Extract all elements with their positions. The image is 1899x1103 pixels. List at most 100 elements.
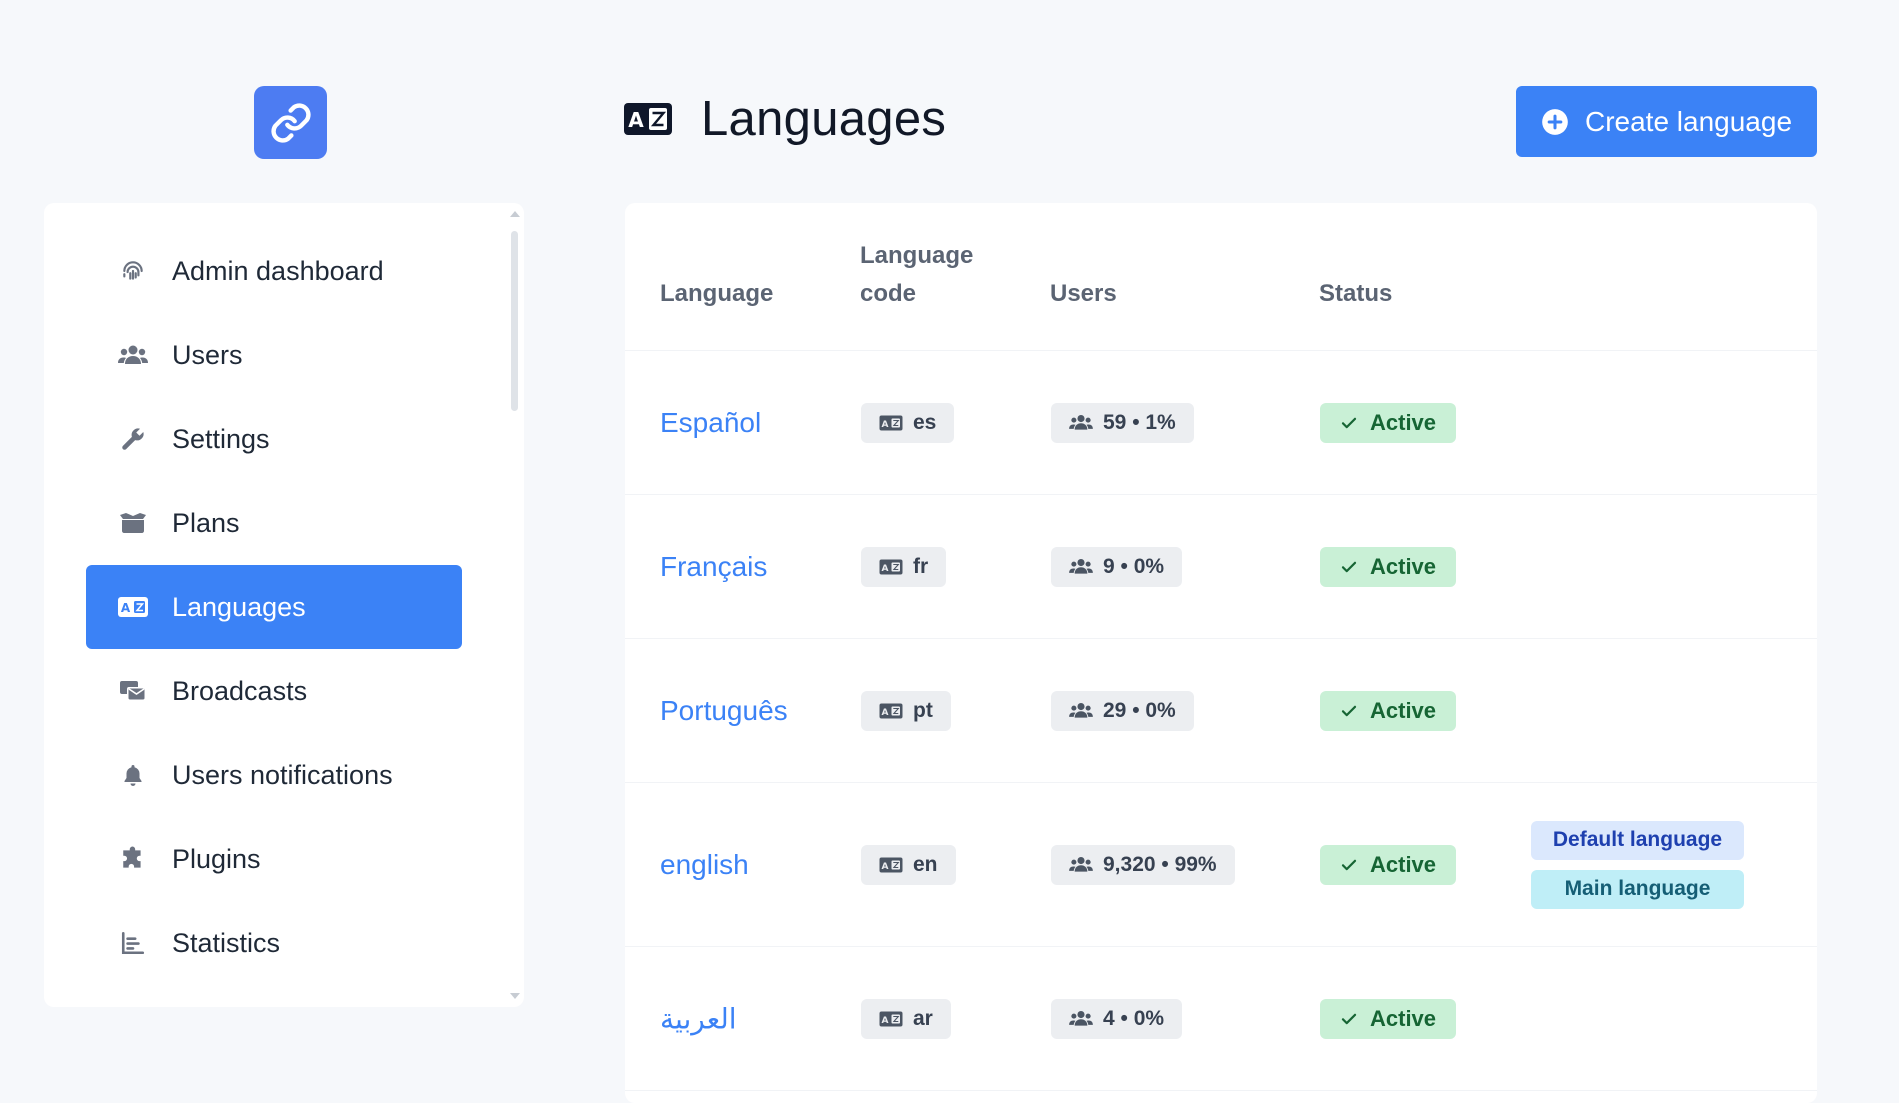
sidebar-item-label: Broadcasts: [172, 675, 308, 706]
language-name-link[interactable]: Português: [660, 695, 788, 726]
language-code: pt: [913, 698, 933, 722]
status-badge: Active: [1320, 998, 1457, 1039]
app-logo[interactable]: [254, 86, 327, 159]
users-count-pill: 4 • 0%: [1051, 998, 1183, 1039]
scroll-up-arrow-icon[interactable]: [510, 211, 520, 217]
users-icon: [1069, 557, 1093, 576]
status-text: Active: [1370, 1005, 1437, 1031]
sidebar-scrollbar[interactable]: [510, 211, 520, 999]
table-row: Français A fr 9 • 0% Active: [625, 495, 1817, 639]
users-count: 9,320 • 99%: [1103, 852, 1217, 876]
language-code: ar: [913, 1006, 933, 1030]
sidebar-nav: Admin dashboard Users Settings Plans A L…: [86, 229, 462, 985]
wrench-icon: [116, 422, 150, 456]
users-count: 9 • 0%: [1103, 554, 1165, 578]
status-text: Active: [1370, 851, 1437, 877]
users-icon: [1069, 413, 1093, 432]
sidebar-item-label: Users: [172, 339, 243, 370]
users-icon: [116, 338, 150, 372]
table-header: Language Language code Users Status: [625, 203, 1817, 351]
users-count-pill: 9,320 • 99%: [1051, 844, 1235, 885]
sidebar-item-plans[interactable]: Plans: [86, 481, 462, 565]
fingerprint-icon: [116, 254, 150, 288]
sidebar: Admin dashboard Users Settings Plans A L…: [44, 203, 524, 1007]
users-count-pill: 9 • 0%: [1051, 546, 1183, 587]
page-title: Languages: [701, 92, 947, 146]
box-icon: [116, 506, 150, 540]
sidebar-item-broadcasts[interactable]: Broadcasts: [86, 649, 462, 733]
status-text: Active: [1370, 697, 1437, 723]
language-icon: A: [116, 590, 150, 624]
table-row: english A en 9,320 • 99% Active Default …: [625, 783, 1817, 947]
check-icon: [1341, 859, 1357, 870]
svg-text:A: A: [882, 862, 889, 872]
scrollbar-thumb[interactable]: [511, 231, 518, 411]
check-icon: [1341, 705, 1357, 716]
status-badge: Active: [1320, 402, 1457, 443]
sidebar-item-settings[interactable]: Settings: [86, 397, 462, 481]
language-code: en: [913, 852, 938, 876]
users-count: 4 • 0%: [1103, 1006, 1165, 1030]
language-name-link[interactable]: english: [660, 849, 749, 880]
language-code: es: [913, 410, 937, 434]
language-badges: Default language Main language: [1531, 820, 1744, 909]
users-count-pill: 59 • 1%: [1051, 402, 1194, 443]
languages-table: Language Language code Users Status Espa…: [625, 203, 1817, 1103]
scroll-down-arrow-icon[interactable]: [510, 993, 520, 999]
sidebar-item-languages[interactable]: A Languages: [86, 565, 462, 649]
status-text: Active: [1370, 409, 1437, 435]
status-badge: Active: [1320, 546, 1457, 587]
language-name-link[interactable]: Español: [660, 407, 761, 438]
bell-icon: [116, 758, 150, 792]
create-language-label: Create language: [1584, 105, 1793, 137]
default-language-badge: Default language: [1531, 820, 1744, 860]
plus-circle-icon: [1542, 108, 1568, 135]
check-icon: [1341, 417, 1357, 428]
column-header-language: Language: [660, 280, 774, 307]
sidebar-item-label: Languages: [172, 591, 306, 622]
check-icon: [1341, 561, 1357, 572]
check-icon: [1341, 1013, 1357, 1024]
language-code-pill: A es: [861, 402, 955, 443]
sidebar-item-users-notifications[interactable]: Users notifications: [86, 733, 462, 817]
language-code-pill: A fr: [861, 546, 947, 587]
language-name-link[interactable]: العربية: [660, 1003, 737, 1034]
page-header: A Languages: [623, 86, 946, 152]
language-code-pill: A ar: [861, 998, 951, 1039]
language-code-pill: A pt: [861, 690, 951, 731]
language-icon: A: [624, 103, 672, 135]
users-icon: [1069, 855, 1093, 874]
sidebar-item-label: Plugins: [172, 843, 261, 874]
sidebar-item-label: Plans: [172, 507, 240, 538]
sidebar-item-label: Admin dashboard: [172, 255, 384, 286]
column-header-users: Users: [1050, 280, 1117, 307]
create-language-button[interactable]: Create language: [1516, 86, 1817, 157]
language-icon: A: [879, 415, 903, 431]
sidebar-item-admin-dashboard[interactable]: Admin dashboard: [86, 229, 462, 313]
language-code-pill: A en: [861, 844, 956, 885]
puzzle-icon: [116, 842, 150, 876]
language-icon: A: [879, 559, 903, 575]
language-code: fr: [913, 554, 929, 578]
broadcast-icon: [116, 674, 150, 708]
status-badge: Active: [1320, 690, 1457, 731]
language-icon: A: [879, 857, 903, 873]
sidebar-item-statistics[interactable]: Statistics: [86, 901, 462, 985]
language-icon: A: [879, 703, 903, 719]
users-count-pill: 29 • 0%: [1051, 690, 1194, 731]
column-header-language-code: Language code: [860, 237, 973, 313]
language-name-link[interactable]: Français: [660, 551, 767, 582]
svg-text:A: A: [882, 564, 889, 574]
status-text: Active: [1370, 553, 1437, 579]
sidebar-item-plugins[interactable]: Plugins: [86, 817, 462, 901]
sidebar-item-users[interactable]: Users: [86, 313, 462, 397]
users-icon: [1069, 1009, 1093, 1028]
svg-text:A: A: [121, 601, 131, 615]
status-badge: Active: [1320, 844, 1457, 885]
link-icon: [270, 102, 311, 143]
sidebar-item-label: Statistics: [172, 927, 281, 958]
table-row: العربية A ar 4 • 0% Active: [625, 947, 1817, 1091]
svg-text:A: A: [628, 108, 644, 132]
table-row: Español A es 59 • 1% Active: [625, 351, 1817, 495]
svg-text:A: A: [882, 1016, 889, 1026]
